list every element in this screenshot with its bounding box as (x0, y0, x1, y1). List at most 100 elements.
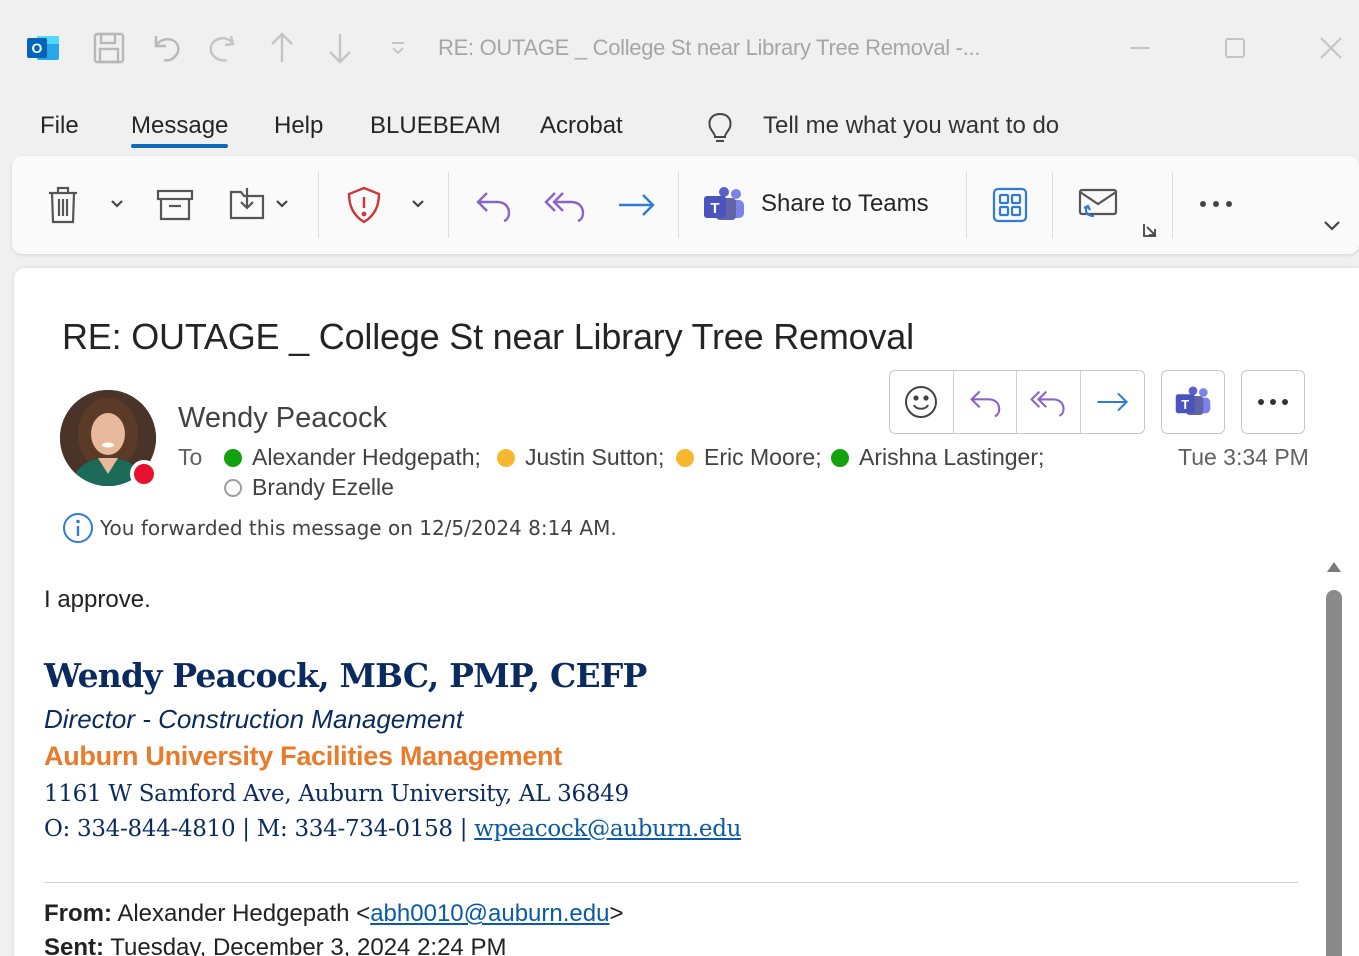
message-date: Tue 3:34 PM (1178, 444, 1309, 470)
presence-away-icon (497, 448, 515, 467)
share-to-teams-button[interactable]: Share to Teams (761, 190, 929, 218)
presence-busy-badge (130, 460, 158, 488)
recipient-name: Justin Sutton; (525, 444, 665, 470)
collapse-ribbon-chevron-icon[interactable] (1320, 216, 1344, 236)
report-dropdown-chevron-icon[interactable] (408, 194, 428, 214)
reply-all-button[interactable] (1017, 371, 1081, 433)
emoji-icon (905, 386, 938, 418)
forward-icon[interactable] (612, 182, 660, 228)
signature-title: Director - Construction Management (44, 704, 464, 734)
quoted-from-suffix: > (609, 900, 624, 927)
quoted-from-email-link[interactable]: abh0010@auburn.edu (370, 900, 609, 927)
lightbulb-icon (708, 112, 732, 142)
move-dropdown-chevron-icon[interactable] (272, 194, 292, 214)
tab-acrobat[interactable]: Acrobat (540, 112, 623, 140)
ribbon-separator (966, 172, 967, 238)
to-label: To (178, 444, 203, 470)
title-bar: O RE: OUTAGE _ College St near Library T… (0, 0, 1359, 100)
message-body-text: I approve. (44, 586, 151, 613)
message-actions-group (889, 370, 1145, 434)
forward-as-attachment-icon[interactable] (1074, 182, 1122, 228)
quoted-from-label: From: (44, 900, 112, 927)
customize-toolbar-icon[interactable] (378, 26, 418, 70)
divider (44, 882, 1298, 883)
reply-icon[interactable] (470, 182, 516, 228)
recipient[interactable]: Arishna Lastinger; (831, 444, 1044, 471)
presence-offline-icon (224, 478, 242, 497)
apps-grid-icon[interactable] (988, 184, 1032, 226)
more-options-icon[interactable] (1196, 186, 1236, 222)
ribbon-separator (318, 172, 319, 238)
signature-name: Wendy Peacock, MBC, PMP, CEFP (44, 656, 647, 695)
teams-share-button[interactable]: T (1161, 370, 1225, 434)
ribbon-toolbar: T Share to Teams (12, 156, 1359, 254)
recipient[interactable]: Alexander Hedgepath; (224, 444, 481, 471)
tell-me-search[interactable]: Tell me what you want to do (763, 112, 1059, 140)
forwarded-info-text: You forwarded this message on 12/5/2024 … (100, 516, 617, 540)
recipient-name: Eric Moore; (704, 444, 822, 470)
react-emoji-button[interactable] (890, 371, 954, 433)
tab-help[interactable]: Help (274, 112, 323, 140)
reading-pane: RE: OUTAGE _ College St near Library Tre… (14, 268, 1359, 956)
message-subject: RE: OUTAGE _ College St near Library Tre… (62, 316, 914, 357)
minimize-icon[interactable] (1120, 28, 1160, 68)
presence-away-icon (676, 448, 694, 467)
previous-item-icon[interactable] (262, 26, 302, 70)
recipient[interactable]: Brandy Ezelle (224, 474, 394, 501)
reply-all-icon[interactable] (540, 182, 590, 228)
teams-icon: T (1175, 386, 1211, 415)
svg-text:T: T (1181, 397, 1189, 412)
svg-text:T: T (710, 200, 719, 217)
quoted-sent-label: Sent: (44, 934, 104, 956)
tab-file[interactable]: File (40, 112, 79, 140)
ribbon-separator (1052, 172, 1053, 238)
ribbon-separator (678, 172, 679, 238)
reply-all-icon (1030, 390, 1065, 417)
menu-bar: File Message Help BLUEBEAM Acrobat Tell … (0, 104, 1359, 150)
sender-name[interactable]: Wendy Peacock (178, 402, 387, 435)
delete-icon[interactable] (42, 182, 84, 228)
tab-bluebeam[interactable]: BLUEBEAM (370, 112, 501, 140)
forward-icon (1097, 392, 1129, 412)
recipient[interactable]: Justin Sutton; (497, 444, 664, 471)
quoted-sent-line: Sent: Tuesday, December 3, 2024 2:24 PM (44, 934, 506, 956)
signature-address: 1161 W Samford Ave, Auburn University, A… (44, 781, 629, 807)
scroll-up-arrow-icon[interactable] (1326, 560, 1342, 574)
svg-text:O: O (32, 40, 43, 56)
archive-icon[interactable] (154, 184, 196, 226)
close-icon[interactable] (1311, 28, 1351, 68)
recipient-name: Arishna Lastinger; (859, 444, 1045, 470)
teams-icon[interactable]: T (700, 182, 748, 228)
dialog-launcher-icon[interactable] (1140, 220, 1160, 240)
forwarded-info-bar: You forwarded this message on 12/5/2024 … (62, 512, 617, 544)
next-item-icon[interactable] (320, 26, 360, 70)
forward-button[interactable] (1081, 371, 1145, 433)
move-to-folder-icon[interactable] (226, 182, 268, 226)
quoted-from-line: From: Alexander Hedgepath <abh0010@aubur… (44, 900, 623, 928)
report-shield-icon[interactable] (342, 182, 386, 228)
recipient-name: Alexander Hedgepath; (252, 444, 481, 470)
delete-dropdown-chevron-icon[interactable] (106, 194, 128, 214)
quoted-sent-value: Tuesday, December 3, 2024 2:24 PM (104, 934, 507, 956)
ribbon-separator (1172, 172, 1173, 238)
signature-contact: O: 334-844-4810 | M: 334-734-0158 | wpea… (44, 816, 741, 842)
reply-button[interactable] (954, 371, 1017, 433)
scrollbar-thumb[interactable] (1326, 590, 1342, 956)
presence-available-icon (831, 448, 849, 467)
info-icon (63, 513, 93, 543)
recipient-name: Brandy Ezelle (252, 474, 394, 500)
save-icon[interactable] (89, 26, 129, 70)
undo-icon[interactable] (146, 26, 186, 70)
maximize-icon[interactable] (1215, 28, 1255, 68)
reply-icon (969, 390, 1001, 418)
more-actions-button[interactable] (1241, 370, 1305, 434)
redo-icon[interactable] (203, 26, 243, 70)
presence-available-icon (224, 448, 242, 467)
signature-email-link[interactable]: wpeacock@auburn.edu (474, 816, 741, 842)
recipient[interactable]: Eric Moore; (676, 444, 822, 471)
quoted-from-name: Alexander Hedgepath < (112, 900, 371, 927)
outlook-app-icon: O (27, 36, 59, 60)
tab-message[interactable]: Message (131, 112, 229, 148)
ribbon-separator (448, 172, 449, 238)
signature-phone: O: 334-844-4810 | M: 334-734-0158 | (44, 816, 475, 842)
